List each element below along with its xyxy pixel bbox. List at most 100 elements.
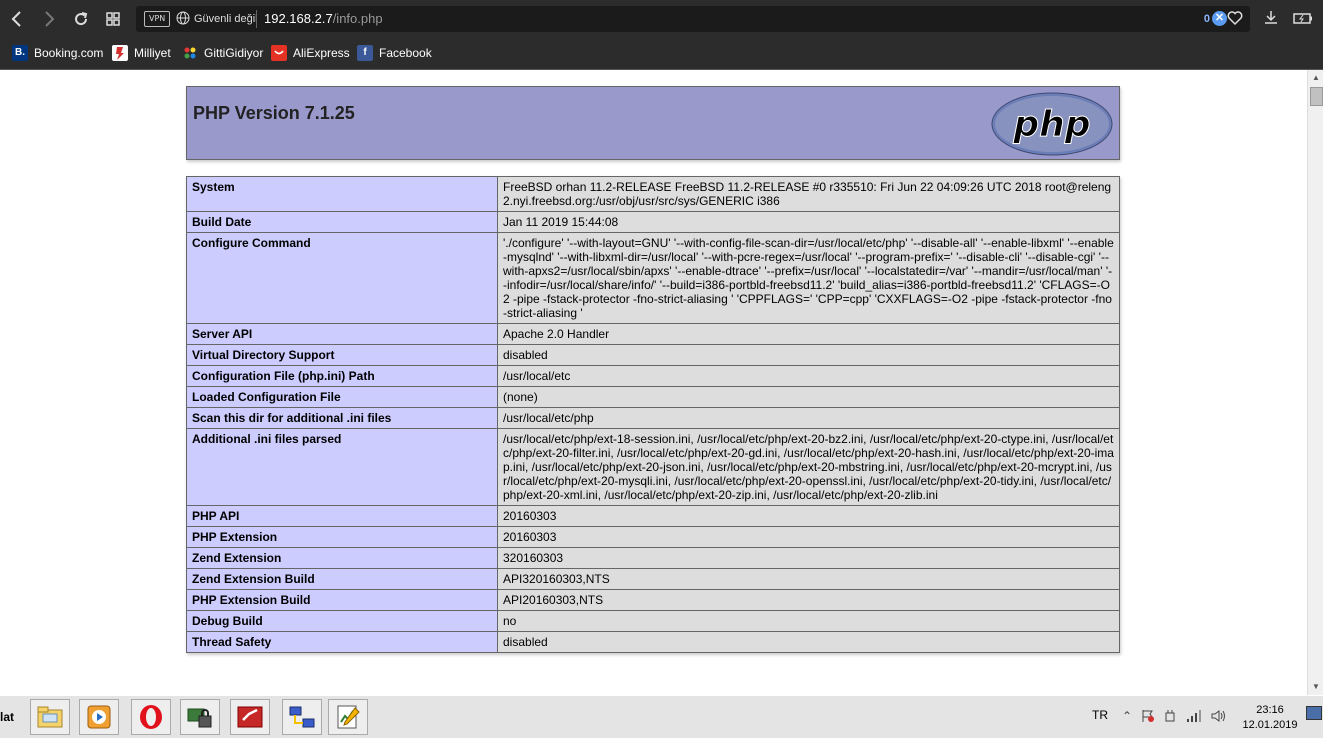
scroll-thumb[interactable] [1310,87,1323,106]
taskbar-app-text-editor[interactable] [328,699,368,735]
clock-time: 23:16 [1256,704,1284,716]
heart-icon[interactable] [1226,9,1244,27]
info-value: (none) [497,386,1120,408]
info-key: System [186,176,498,212]
info-row: Configuration File (php.ini) Path/usr/lo… [186,365,1120,387]
info-key: Debug Build [186,610,498,632]
system-clock[interactable]: 23:16 12.01.2019 [1238,703,1302,733]
language-indicator[interactable]: TR [1092,708,1108,722]
taskbar-app-network-lock[interactable] [180,699,220,735]
text-editor-icon [337,705,360,729]
bookmark-milliyet[interactable]: Milliyet [112,45,171,61]
facebook-icon: f [357,45,373,61]
adblock-icon[interactable]: ✕ [1212,11,1227,26]
bookmark-label: Milliyet [134,46,171,60]
info-value: 20160303 [497,526,1120,548]
url-host: 192.168.2.7 [264,11,333,26]
info-key: Scan this dir for additional .ini files [186,407,498,429]
aliexpress-icon [271,45,287,61]
info-row: System FreeBSD orhan 11.2-RELEASE FreeBSD… [186,176,1120,212]
taskbar-app-network-tool[interactable] [282,699,322,735]
globe-icon [176,11,190,25]
info-value: './configure' '--with-layout=GNU' '--wit… [497,232,1120,324]
back-icon [11,11,21,27]
info-row: Configure Command './configure' '--with-l… [186,232,1120,324]
info-value: 320160303 [497,547,1120,569]
info-value: /usr/local/etc [497,365,1120,387]
taskbar-app-red[interactable] [230,699,270,735]
info-row: Scan this dir for additional .ini files /… [186,407,1120,429]
url-text[interactable]: 192.168.2.7/info.php [264,10,383,28]
show-desktop-button[interactable] [1306,706,1322,720]
gittigidiyor-icon [182,45,198,61]
info-key: Configuration File (php.ini) Path [186,365,498,387]
bookmarks-bar: B. Booking.com Milliyet GittiGidiyor AliE… [0,38,1323,70]
media-player-icon [87,705,111,729]
taskbar: lat TR ⌃ 23:16 12.01.2019 [0,695,1323,738]
page-scrollbar[interactable]: ▲ ▼ [1307,70,1323,695]
scroll-down-arrow-icon[interactable]: ▼ [1308,679,1323,695]
milliyet-icon [112,45,128,61]
bookmark-label: GittiGidiyor [204,46,264,60]
info-value: disabled [497,631,1120,653]
tray-expand-icon[interactable]: ⌃ [1122,709,1132,723]
network-tool-icon [289,706,315,728]
info-row: Debug Build no [186,610,1120,632]
vpn-badge[interactable]: VPN [144,11,171,27]
php-logo-text: php [1012,104,1090,145]
info-value: Apache 2.0 Handler [497,323,1120,345]
taskbar-app-opera[interactable] [131,699,171,735]
back-button[interactable] [4,6,30,32]
info-value: 20160303 [497,505,1120,527]
start-button-fragment[interactable]: lat [0,710,14,724]
address-bar[interactable]: VPN Güvenli değil 192.168.2.7/info.php 0… [136,6,1250,32]
booking-icon: B. [12,45,28,61]
forward-button[interactable] [36,6,62,32]
power-plug-icon[interactable] [1163,709,1177,723]
info-key: Loaded Configuration File [186,386,498,408]
info-key: Configure Command [186,232,498,324]
info-row: PHP API 20160303 [186,505,1120,527]
battery-icon[interactable] [1293,10,1313,26]
bookmark-label: Facebook [379,46,432,60]
php-header: PHP Version 7.1.25 php [186,86,1120,160]
info-value: Jan 11 2019 15:44:08 [497,211,1120,233]
info-key: Thread Safety [186,631,498,653]
info-row: Virtual Directory Support disabled [186,344,1120,366]
info-value: disabled [497,344,1120,366]
red-app-icon [237,706,263,728]
download-icon[interactable] [1263,10,1279,26]
taskbar-app-file-manager[interactable] [30,699,70,735]
info-table-body: System FreeBSD orhan 11.2-RELEASE FreeBSD… [186,176,1120,653]
security-status[interactable]: Güvenli değil [194,11,258,27]
bookmark-facebook[interactable]: f Facebook [357,45,432,61]
php-info-table: System FreeBSD orhan 11.2-RELEASE FreeBSD… [186,176,1120,653]
network-lock-icon [187,708,212,728]
info-row: Zend Extension 320160303 [186,547,1120,569]
info-key: PHP API [186,505,498,527]
page-title: PHP Version 7.1.25 [193,103,355,123]
bookmark-gittigidiyor[interactable]: GittiGidiyor [182,45,263,61]
info-key: Zend Extension [186,547,498,569]
info-value: FreeBSD orhan 11.2-RELEASE FreeBSD 11.2-… [497,176,1120,212]
info-value: /usr/local/etc/php/ext-18-session.ini, /… [497,428,1120,506]
info-key: PHP Extension [186,526,498,548]
info-row: PHP Extension 20160303 [186,526,1120,548]
scroll-up-arrow-icon[interactable]: ▲ [1308,70,1323,86]
bookmark-aliexpress[interactable]: AliExpress [271,45,350,61]
bookmark-booking[interactable]: B. Booking.com [12,45,103,61]
info-value: API320160303,NTS [497,568,1120,590]
url-path: /info.php [332,11,383,26]
info-row: Server API Apache 2.0 Handler [186,323,1120,345]
file-manager-icon [37,706,63,728]
info-row: PHP Extension Build API20160303,NTS [186,589,1120,611]
speed-dial-button[interactable] [100,6,126,32]
reload-button[interactable] [68,6,94,32]
volume-icon[interactable] [1210,709,1226,723]
reload-icon [75,12,88,26]
opera-icon [140,705,162,729]
action-center-flag-icon[interactable] [1140,709,1156,723]
info-key: Virtual Directory Support [186,344,498,366]
signal-bars-icon[interactable] [1186,709,1202,723]
taskbar-app-media-player[interactable] [79,699,119,735]
